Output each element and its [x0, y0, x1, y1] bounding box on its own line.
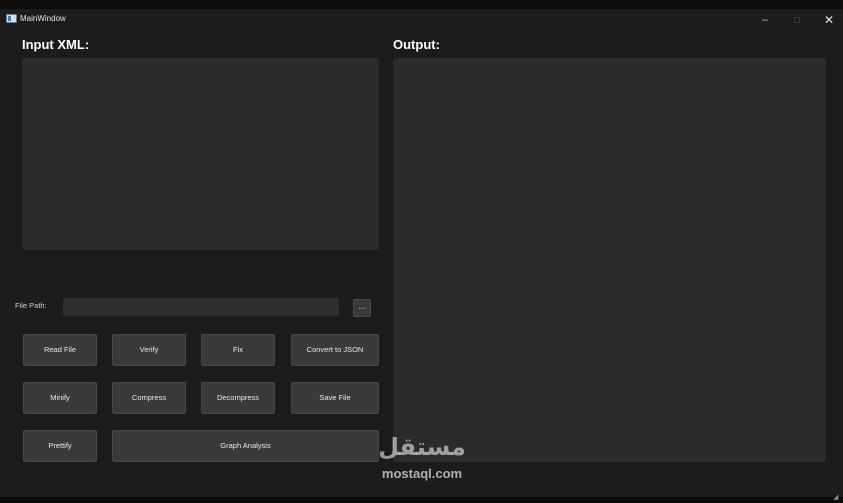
output-textarea[interactable]: [393, 58, 826, 462]
close-button[interactable]: ✕: [818, 11, 840, 29]
save-file-button[interactable]: Save File: [291, 382, 379, 414]
main-window: MainWindow – □ ✕ Input XML: Output: File…: [0, 9, 843, 501]
maximize-button[interactable]: □: [786, 11, 808, 29]
watermark-latin: mostaql.com: [381, 466, 463, 481]
watermark-arabic: مستقل: [378, 433, 466, 461]
app-icon: [6, 14, 17, 23]
fix-button[interactable]: Fix: [201, 334, 275, 366]
browse-button[interactable]: ...: [353, 299, 371, 317]
title-bar[interactable]: MainWindow – □ ✕: [0, 9, 843, 31]
minify-button[interactable]: Minify: [23, 382, 97, 414]
graph-analysis-button[interactable]: Graph Analysis: [112, 430, 379, 462]
resize-grip-icon[interactable]: ◢: [833, 493, 838, 501]
compress-button[interactable]: Compress: [112, 382, 186, 414]
window-title: MainWindow: [20, 14, 66, 23]
minimize-button[interactable]: –: [754, 11, 776, 29]
convert-to-json-button[interactable]: Convert to JSON: [291, 334, 379, 366]
prettify-button[interactable]: Prettify: [23, 430, 97, 462]
file-path-input[interactable]: [63, 298, 339, 316]
output-heading: Output:: [393, 37, 440, 52]
input-xml-textarea[interactable]: [22, 58, 379, 250]
file-path-label: File Path:: [15, 301, 47, 310]
verify-button[interactable]: Verify: [112, 334, 186, 366]
read-file-button[interactable]: Read File: [23, 334, 97, 366]
input-xml-heading: Input XML:: [22, 37, 90, 52]
decompress-button[interactable]: Decompress: [201, 382, 275, 414]
